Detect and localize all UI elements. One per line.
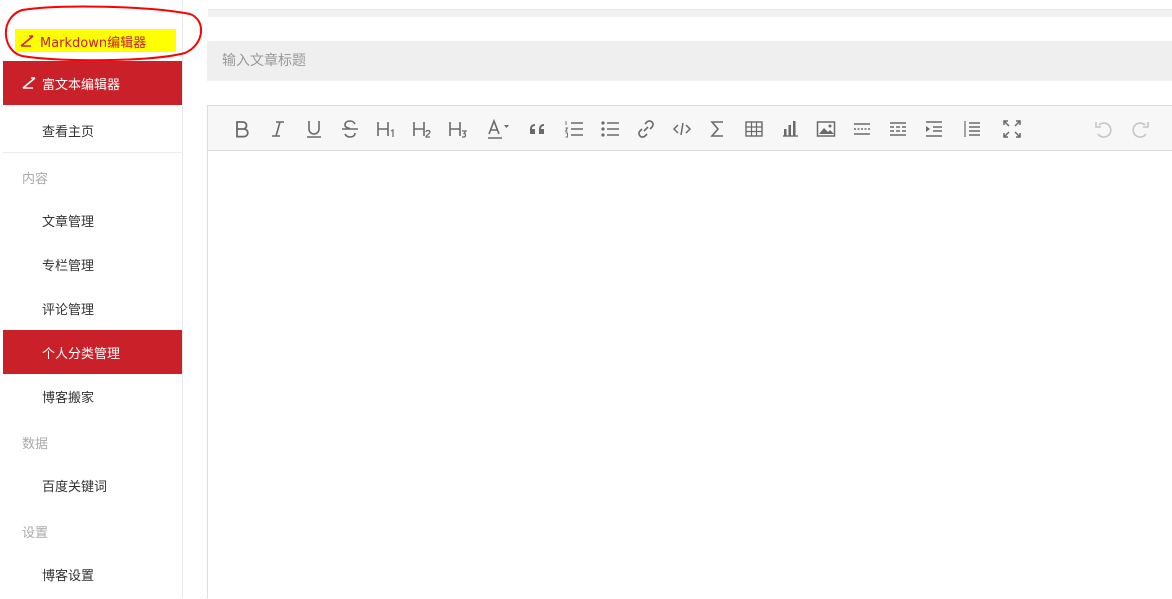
rich-text-editor-label: 富文本编辑器	[42, 77, 121, 93]
sidebar-item-label: 博客设置	[42, 568, 95, 584]
heading1-icon[interactable]	[372, 115, 400, 143]
rich-text-editor-link[interactable]: 富文本编辑器	[3, 61, 182, 105]
heading2-icon[interactable]	[408, 115, 436, 143]
formula-icon[interactable]	[704, 115, 732, 143]
sidebar-item-category-management[interactable]: 个人分类管理	[3, 330, 182, 374]
sidebar-item-article-management[interactable]: 文章管理	[3, 198, 182, 242]
quote-icon[interactable]	[524, 115, 552, 143]
heading3-icon[interactable]	[444, 115, 472, 143]
pen-icon	[22, 77, 38, 89]
top-bar	[208, 9, 1172, 17]
strikethrough-icon[interactable]	[336, 115, 364, 143]
table-icon[interactable]	[740, 115, 768, 143]
sidebar-item-label: 专栏管理	[42, 258, 95, 274]
sidebar-item-label: 博客搬家	[42, 390, 95, 406]
sidebar-item-comment-management[interactable]: 评论管理	[3, 286, 182, 330]
sidebar-item-label: 文章管理	[42, 214, 95, 230]
sidebar-item-label: 百度关键词	[42, 479, 108, 495]
sidebar-item-label: 个人分类管理	[42, 346, 121, 362]
link-icon[interactable]	[632, 115, 660, 143]
divider	[3, 152, 182, 153]
editor	[207, 105, 1172, 599]
italic-icon[interactable]	[264, 115, 292, 143]
fullscreen-icon[interactable]	[998, 115, 1026, 143]
undo-icon[interactable]	[1090, 115, 1118, 143]
font-color-icon[interactable]	[482, 115, 514, 143]
sidebar-item-view-homepage[interactable]: 查看主页	[3, 108, 182, 152]
image-icon[interactable]	[812, 115, 840, 143]
group-label-data: 数据	[22, 437, 49, 452]
redo-icon[interactable]	[1126, 115, 1154, 143]
horizontal-rule-icon[interactable]	[848, 115, 876, 143]
sidebar-item-label: 查看主页	[42, 124, 95, 140]
group-label-content: 内容	[22, 172, 49, 187]
annotation-circle	[4, 5, 202, 62]
sidebar-item-blog-settings[interactable]: 博客设置	[3, 552, 182, 596]
sidebar-item-baidu-keywords[interactable]: 百度关键词	[3, 463, 182, 507]
group-label-settings: 设置	[22, 526, 49, 541]
chart-icon[interactable]	[776, 115, 804, 143]
ordered-list-icon[interactable]	[560, 115, 588, 143]
sidebar-item-label: 评论管理	[42, 302, 95, 318]
editor-content-area[interactable]	[208, 151, 1172, 599]
line-numbers-icon[interactable]	[958, 115, 986, 143]
underline-icon[interactable]	[300, 115, 328, 143]
code-icon[interactable]	[668, 115, 696, 143]
sidebar-item-blog-migration[interactable]: 博客搬家	[3, 374, 182, 418]
article-title-input[interactable]	[207, 41, 1172, 81]
unordered-list-icon[interactable]	[596, 115, 624, 143]
page-break-icon[interactable]	[884, 115, 912, 143]
editor-toolbar	[208, 106, 1172, 151]
indent-icon[interactable]	[920, 115, 948, 143]
sidebar: Markdown编辑器 富文本编辑器 查看主页 内容 文章管理 专栏管理 评论管…	[0, 0, 202, 598]
bold-icon[interactable]	[228, 115, 256, 143]
sidebar-item-column-management[interactable]: 专栏管理	[3, 242, 182, 286]
